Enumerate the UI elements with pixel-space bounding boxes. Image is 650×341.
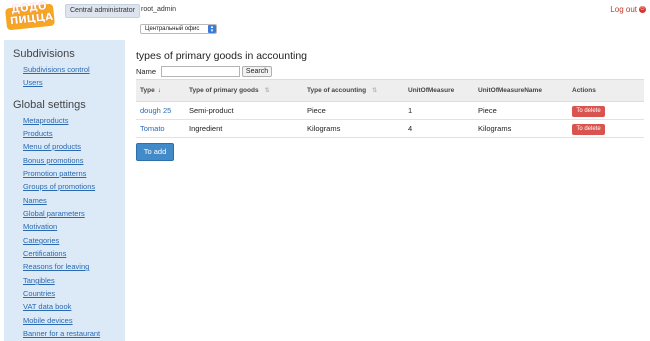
- name-filter-label: Name: [136, 67, 157, 76]
- role-tab[interactable]: Central administrator: [65, 4, 140, 18]
- cell-accounting: Piece: [303, 101, 404, 120]
- cell-actions: To delete: [568, 119, 644, 138]
- sidebar-item-banner-for-a-restaurant[interactable]: Banner for a restaurant: [23, 329, 100, 338]
- delete-button[interactable]: To delete: [572, 123, 605, 135]
- column-label: UnitOfMeasureName: [478, 87, 542, 94]
- cell-uom-name: Piece: [474, 101, 568, 120]
- table-row: Tomato Ingredient Kilograms 4 Kilograms …: [136, 119, 644, 138]
- cell-actions: To delete: [568, 101, 644, 120]
- sidebar-section-title: Subdivisions: [13, 48, 75, 60]
- sort-icon: ⇅: [264, 88, 270, 94]
- column-label: Type: [140, 87, 155, 94]
- sidebar-item-promotion-patterns[interactable]: Promotion patterns: [23, 169, 86, 178]
- logout-icon: ⏻: [639, 6, 646, 13]
- column-header-unit-of-measure-name: UnitOfMeasureName: [474, 79, 568, 102]
- column-label: Actions: [572, 87, 596, 94]
- primary-goods-table: Type ↓ Type of primary goods ⇅ Type of acc…: [136, 79, 644, 138]
- column-header-type-of-accounting[interactable]: Type of accounting ⇅: [303, 79, 404, 102]
- sidebar-item-menu-of-products[interactable]: Menu of products: [23, 142, 81, 151]
- dodo-pizza-logo[interactable]: ДОДО ПИЦЦА: [4, 1, 58, 32]
- sort-icon: ⇅: [372, 88, 378, 94]
- delete-button[interactable]: To delete: [572, 105, 605, 117]
- sidebar-item-groups-of-promotions[interactable]: Groups of promotions: [23, 182, 95, 191]
- cell-type: Tomato: [136, 119, 185, 138]
- column-label: UnitOfMeasure: [408, 87, 455, 94]
- logout-label: Log out: [610, 5, 637, 14]
- sidebar-item-names[interactable]: Names: [23, 196, 47, 205]
- search-button[interactable]: Search: [242, 66, 272, 77]
- cell-primary: Ingredient: [185, 119, 303, 138]
- sidebar-item-users[interactable]: Users: [23, 78, 43, 87]
- column-label: Type of accounting: [307, 87, 367, 94]
- sidebar-item-motivation[interactable]: Motivation: [23, 222, 57, 231]
- column-label: Type of primary goods: [189, 87, 259, 94]
- cell-uom: 4: [404, 119, 474, 138]
- cell-primary: Semi-product: [185, 101, 303, 120]
- sidebar-item-vat-data-book[interactable]: VAT data book: [23, 302, 71, 311]
- table-row: dough 25 Semi-product Piece 1 Piece To d…: [136, 101, 644, 120]
- add-button[interactable]: To add: [136, 143, 174, 161]
- sidebar-item-reasons-for-leaving[interactable]: Reasons for leaving: [23, 262, 89, 271]
- sidebar-item-global-parameters[interactable]: Global parameters: [23, 209, 85, 218]
- sidebar-item-subdivisions-control[interactable]: Subdivisions control: [23, 65, 90, 74]
- header: ДОДО ПИЦЦА Central administrator root_ad…: [0, 0, 650, 40]
- sidebar-item-countries[interactable]: Countries: [23, 289, 55, 298]
- sidebar-item-bonus-promotions[interactable]: Bonus promotions: [23, 156, 83, 165]
- logout-link[interactable]: Log out ⏻: [610, 5, 646, 14]
- sidebar-item-mobile-devices[interactable]: Mobile devices: [23, 316, 73, 325]
- row-type-link[interactable]: Tomato: [140, 124, 165, 133]
- column-header-unit-of-measure: UnitOfMeasure: [404, 79, 474, 102]
- sidebar-item-metaproducts[interactable]: Metaproducts: [23, 116, 68, 125]
- current-user: root_admin: [141, 6, 177, 13]
- sidebar-item-certifications[interactable]: Certifications: [23, 249, 66, 258]
- cell-uom: 1: [404, 101, 474, 120]
- sidebar-item-products[interactable]: Products: [23, 129, 53, 138]
- cell-type: dough 25: [136, 101, 185, 120]
- table-header-row: Type ↓ Type of primary goods ⇅ Type of acc…: [136, 79, 644, 102]
- sidebar: Subdivisions Subdivisions control Users …: [4, 40, 125, 341]
- column-header-type[interactable]: Type ↓: [136, 79, 185, 102]
- select-arrows-icon: ▴ ▾: [208, 25, 216, 34]
- sidebar-section-title: Global settings: [13, 99, 86, 111]
- column-header-actions: Actions: [568, 79, 644, 102]
- cell-uom-name: Kilograms: [474, 119, 568, 138]
- office-select[interactable]: Центральный офис ▴ ▾: [140, 24, 217, 34]
- column-header-type-of-primary-goods[interactable]: Type of primary goods ⇅: [185, 79, 303, 102]
- row-type-link[interactable]: dough 25: [140, 106, 171, 115]
- office-select-value: Центральный офис: [145, 26, 200, 32]
- name-filter-input[interactable]: [161, 66, 240, 77]
- page-title: types of primary goods in accounting: [136, 50, 308, 62]
- cell-accounting: Kilograms: [303, 119, 404, 138]
- sort-down-icon: ↓: [157, 88, 161, 94]
- sidebar-item-categories[interactable]: Categories: [23, 236, 59, 245]
- sidebar-item-tangibles[interactable]: Tangibles: [23, 276, 55, 285]
